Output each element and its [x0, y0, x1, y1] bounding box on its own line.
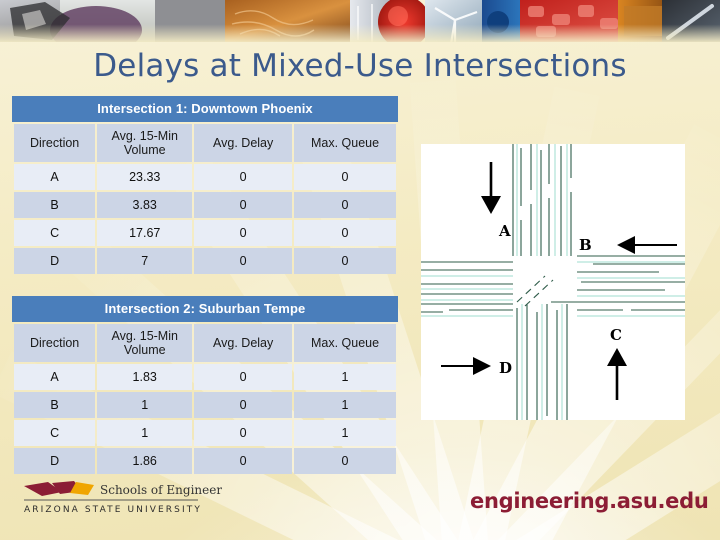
cell-direction: A — [14, 164, 96, 190]
table-header-row: Direction Avg. 15-Min Volume Avg. Delay … — [14, 124, 396, 162]
cell-volume: 1 — [97, 392, 193, 418]
asu-logo: Schools of Engineering ARIZONA STATE UNI… — [22, 480, 242, 518]
table-row: B 3.83 0 0 — [14, 192, 396, 218]
cell-volume: 7 — [97, 248, 193, 274]
logo-schools-text: Schools of Engineering — [100, 483, 222, 497]
intersection-schematic-svg: A D C — [421, 144, 685, 420]
cell-volume: 23.33 — [97, 164, 193, 190]
cell-volume: 1 — [97, 420, 193, 446]
table-caption: Intersection 1: Downtown Phoenix — [12, 96, 398, 122]
cell-max-queue: 0 — [294, 192, 396, 218]
logo-university-text: ARIZONA STATE UNIVERSITY — [24, 505, 202, 515]
table-row: A 1.83 0 1 — [14, 364, 396, 390]
cell-max-queue: 1 — [294, 392, 396, 418]
cell-direction: C — [14, 420, 96, 446]
column-header-direction: Direction — [14, 324, 96, 362]
table-row: B 1 0 1 — [14, 392, 396, 418]
column-header-max-queue: Max. Queue — [294, 324, 396, 362]
cell-max-queue: 0 — [294, 448, 396, 474]
cell-max-queue: 0 — [294, 164, 396, 190]
intersection-1-table: Intersection 1: Downtown Phoenix Directi… — [12, 96, 398, 276]
cell-direction: A — [14, 364, 96, 390]
asu-logo-svg: Schools of Engineering ARIZONA STATE UNI… — [24, 481, 242, 515]
arrow-label-d: D — [499, 359, 512, 377]
intersection-diagram: A D C B — [421, 144, 685, 420]
table-row: A 23.33 0 0 — [14, 164, 396, 190]
column-header-max-queue: Max. Queue — [294, 124, 396, 162]
column-header-volume: Avg. 15-Min Volume — [97, 324, 193, 362]
table-row: C 1 0 1 — [14, 420, 396, 446]
arrow-label-b: B — [579, 236, 592, 254]
asu-url-text: engineering.asu.edu — [470, 489, 709, 513]
column-header-volume: Avg. 15-Min Volume — [97, 124, 193, 162]
cell-max-queue: 1 — [294, 364, 396, 390]
header-photo-banner — [0, 0, 720, 42]
cell-volume: 17.67 — [97, 220, 193, 246]
column-header-direction: Direction — [14, 124, 96, 162]
cell-direction: C — [14, 220, 96, 246]
cell-avg-delay: 0 — [194, 364, 293, 390]
cell-avg-delay: 0 — [194, 248, 293, 274]
banner-bottom-fade — [0, 0, 720, 42]
cell-direction: B — [14, 392, 96, 418]
cell-avg-delay: 0 — [194, 392, 293, 418]
cell-direction: B — [14, 192, 96, 218]
column-header-avg-delay: Avg. Delay — [194, 124, 293, 162]
cell-volume: 3.83 — [97, 192, 193, 218]
arrow-b-group: B — [579, 236, 677, 254]
cell-avg-delay: 0 — [194, 164, 293, 190]
cell-avg-delay: 0 — [194, 448, 293, 474]
intersection-2-table: Intersection 2: Suburban Tempe Direction… — [12, 296, 398, 476]
table-caption: Intersection 2: Suburban Tempe — [12, 296, 398, 322]
cell-max-queue: 0 — [294, 248, 396, 274]
cell-direction: D — [14, 448, 96, 474]
cell-avg-delay: 0 — [194, 220, 293, 246]
table-row: C 17.67 0 0 — [14, 220, 396, 246]
table-header-row: Direction Avg. 15-Min Volume Avg. Delay … — [14, 324, 396, 362]
arrow-b-head — [617, 236, 635, 254]
cell-max-queue: 1 — [294, 420, 396, 446]
arrow-label-a: A — [498, 222, 511, 240]
slide-canvas: Delays at Mixed-Use Intersections Inters… — [0, 0, 720, 540]
cell-volume: 1.86 — [97, 448, 193, 474]
cell-avg-delay: 0 — [194, 192, 293, 218]
page-title: Delays at Mixed-Use Intersections — [93, 48, 627, 84]
cell-max-queue: 0 — [294, 220, 396, 246]
arrow-label-c: C — [610, 326, 622, 344]
column-header-avg-delay: Avg. Delay — [194, 324, 293, 362]
cell-avg-delay: 0 — [194, 420, 293, 446]
table-row: D 1.86 0 0 — [14, 448, 396, 474]
cell-direction: D — [14, 248, 96, 274]
cell-volume: 1.83 — [97, 364, 193, 390]
table-row: D 7 0 0 — [14, 248, 396, 274]
